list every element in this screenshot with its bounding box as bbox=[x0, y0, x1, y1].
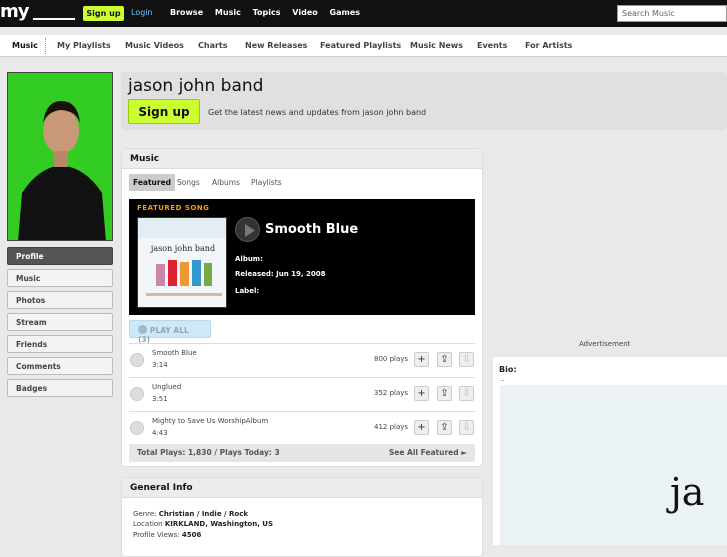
total-plays: Total Plays: 1,830 / Plays Today: 3 bbox=[137, 448, 280, 457]
download-icon[interactable]: ⇩ bbox=[459, 420, 474, 435]
share-icon[interactable]: ⇪ bbox=[437, 386, 452, 401]
track-time: 3:14 bbox=[152, 361, 168, 369]
nav-topics[interactable]: Topics bbox=[253, 8, 281, 17]
bio-image bbox=[500, 385, 727, 545]
subnav-events[interactable]: Events bbox=[477, 41, 507, 50]
tab-playlists[interactable]: Playlists bbox=[247, 174, 286, 191]
sidebar-item-comments[interactable]: Comments bbox=[7, 357, 113, 375]
search-input[interactable]: Search Music bbox=[617, 5, 727, 22]
top-bar: my Sign up Login Browse Music Topics Vid… bbox=[0, 0, 727, 27]
tab-featured[interactable]: Featured bbox=[129, 174, 176, 191]
play-all-button[interactable]: PLAY ALL (3) bbox=[129, 320, 211, 344]
add-icon[interactable]: + bbox=[414, 386, 429, 401]
bio-text: .. bbox=[500, 375, 505, 383]
subnav-featured-playlists[interactable]: Featured Playlists bbox=[320, 41, 401, 50]
album-art-text: jason john band bbox=[150, 244, 215, 253]
subnav-music-videos[interactable]: Music Videos bbox=[125, 41, 184, 50]
play-all-icon bbox=[138, 325, 147, 334]
share-icon[interactable]: ⇪ bbox=[437, 352, 452, 367]
subnav-my-playlists[interactable]: My Playlists bbox=[57, 41, 111, 50]
track-name[interactable]: Smooth Blue bbox=[152, 349, 197, 357]
tab-songs[interactable]: Songs bbox=[173, 174, 204, 191]
sidebar-item-stream[interactable]: Stream bbox=[7, 313, 113, 331]
play-totals: Total Plays: 1,830 / Plays Today: 3 See … bbox=[129, 444, 475, 462]
sidebar-item-badges[interactable]: Badges bbox=[7, 379, 113, 397]
artist-photo[interactable] bbox=[7, 72, 113, 241]
play-featured-button[interactable] bbox=[235, 217, 260, 242]
location-label: Location bbox=[133, 520, 163, 528]
bio-image-text: ja bbox=[670, 470, 705, 514]
track-time: 3:51 bbox=[152, 395, 168, 403]
add-icon[interactable]: + bbox=[414, 352, 429, 367]
subnav-music-news[interactable]: Music News bbox=[410, 41, 463, 50]
genre-line: Genre: Christian / Indie / Rock bbox=[133, 510, 248, 518]
nav-games[interactable]: Games bbox=[330, 8, 361, 17]
advertisement-label: Advertisement bbox=[579, 340, 631, 348]
track-name[interactable]: Unglued bbox=[152, 383, 181, 391]
featured-song-label: FEATURED SONG bbox=[137, 204, 210, 212]
views-line: Profile Views: 4506 bbox=[133, 531, 201, 539]
views-value: 4506 bbox=[181, 531, 202, 539]
signup-button[interactable]: Sign up bbox=[128, 99, 200, 124]
track-row[interactable]: Mighty to Save Us WorshipAlbum 4:43 412 … bbox=[129, 411, 475, 444]
track-play-button[interactable] bbox=[130, 387, 144, 401]
released-meta: Released: Jun 19, 2008 bbox=[235, 270, 326, 278]
subnav-divider bbox=[45, 38, 46, 54]
track-time: 4:43 bbox=[152, 429, 168, 437]
subnav-music[interactable]: Music bbox=[12, 41, 38, 50]
download-icon[interactable]: ⇩ bbox=[459, 386, 474, 401]
site-logo[interactable]: my bbox=[0, 1, 29, 22]
signup-button-top[interactable]: Sign up bbox=[83, 6, 124, 21]
track-plays: 352 plays bbox=[374, 389, 409, 397]
header-subtitle: Get the latest news and updates from jas… bbox=[208, 108, 427, 117]
add-icon[interactable]: + bbox=[414, 420, 429, 435]
featured-song-title[interactable]: Smooth Blue bbox=[265, 222, 358, 237]
download-icon[interactable]: ⇩ bbox=[459, 352, 474, 367]
sidebar-item-friends[interactable]: Friends bbox=[7, 335, 113, 353]
track-play-button[interactable] bbox=[130, 421, 144, 435]
track-plays: 412 plays bbox=[374, 423, 409, 431]
sidebar-item-photos[interactable]: Photos bbox=[7, 291, 113, 309]
subnav-charts[interactable]: Charts bbox=[198, 41, 228, 50]
share-icon[interactable]: ⇪ bbox=[437, 420, 452, 435]
track-plays: 800 plays bbox=[374, 355, 409, 363]
album-meta: Album: bbox=[235, 255, 263, 263]
music-panel-title: Music bbox=[122, 149, 482, 169]
sub-nav: Music My Playlists Music Videos Charts N… bbox=[0, 35, 727, 57]
location-line: Location KIRKLAND, Washington, US bbox=[133, 520, 273, 528]
track-play-button[interactable] bbox=[130, 353, 144, 367]
location-value: KIRKLAND, Washington, US bbox=[164, 520, 274, 528]
sidebar-item-profile[interactable]: Profile bbox=[7, 247, 113, 265]
subnav-for-artists[interactable]: For Artists bbox=[525, 41, 572, 50]
nav-video[interactable]: Video bbox=[292, 8, 317, 17]
sidebar-item-music[interactable]: Music bbox=[7, 269, 113, 287]
label-meta: Label: bbox=[235, 287, 260, 295]
genre-label: Genre: bbox=[133, 510, 157, 518]
bio-label: Bio: bbox=[499, 365, 517, 374]
genre-value: Christian / Indie / Rock bbox=[158, 510, 248, 518]
band-name: jason john band bbox=[128, 76, 264, 96]
album-art[interactable]: jason john band bbox=[137, 217, 227, 308]
logo-underline bbox=[33, 18, 75, 20]
nav-browse[interactable]: Browse bbox=[170, 8, 203, 17]
track-row[interactable]: Unglued 3:51 352 plays + ⇪ ⇩ bbox=[129, 377, 475, 410]
track-row[interactable]: Smooth Blue 3:14 800 plays + ⇪ ⇩ bbox=[129, 343, 475, 376]
login-link[interactable]: Login bbox=[131, 8, 153, 17]
subnav-new-releases[interactable]: New Releases bbox=[245, 41, 307, 50]
views-label: Profile Views: bbox=[133, 531, 180, 539]
tab-albums[interactable]: Albums bbox=[208, 174, 244, 191]
track-name[interactable]: Mighty to Save Us WorshipAlbum bbox=[152, 417, 268, 425]
see-all-featured-link[interactable]: See All Featured ► bbox=[389, 448, 467, 457]
general-info-title: General Info bbox=[122, 478, 482, 498]
top-nav: Browse Music Topics Video Games bbox=[170, 8, 369, 17]
nav-music[interactable]: Music bbox=[215, 8, 241, 17]
